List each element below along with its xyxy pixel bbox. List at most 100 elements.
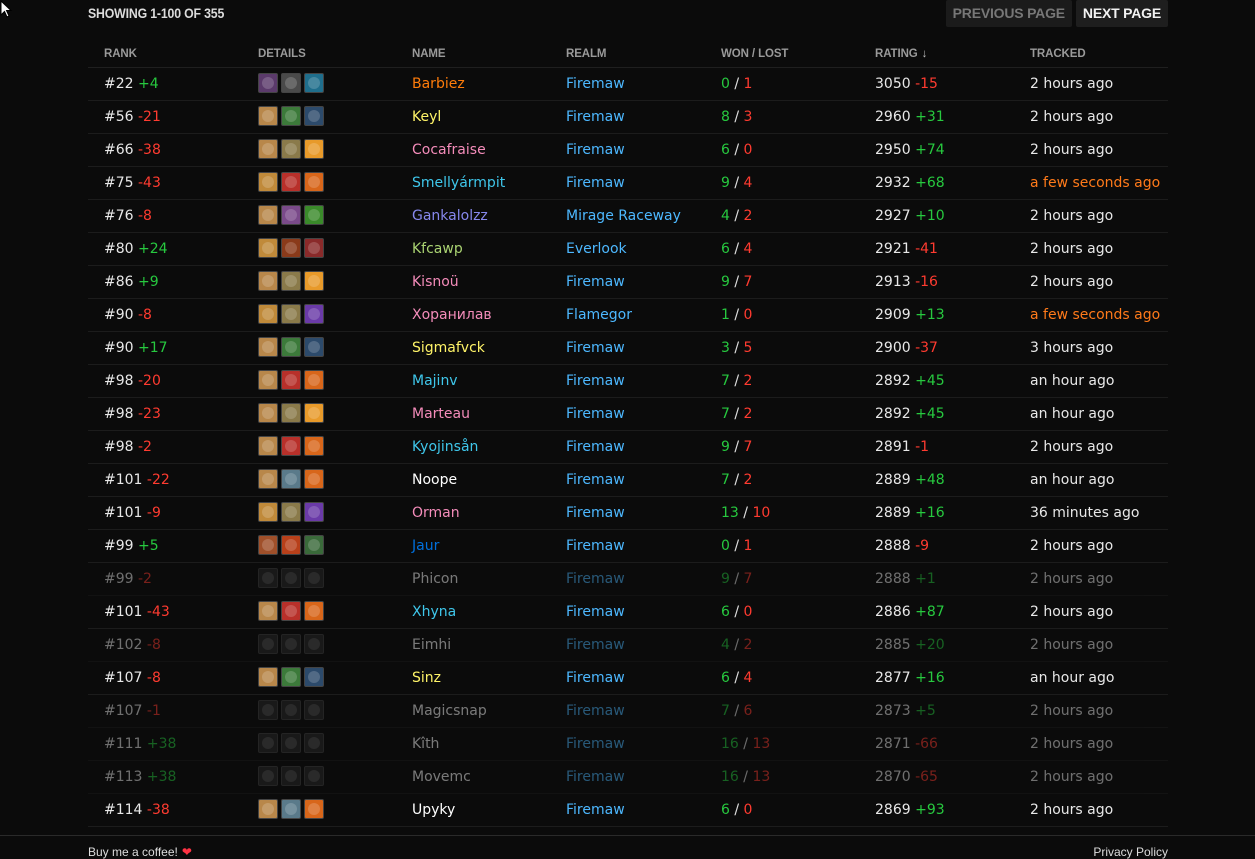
talent-icon[interactable] [304,238,324,258]
column-won-lost[interactable]: WON / LOST [721,48,788,60]
spec-icon[interactable] [281,766,301,786]
spec-icon[interactable] [281,436,301,456]
spec-icon[interactable] [281,106,301,126]
realm-link[interactable]: Firemaw [566,505,625,521]
player-name-link[interactable]: Cocafraise [412,142,486,158]
table-row[interactable]: #76 -8 Gankalolzz Mirage Raceway 4 / 2 2927 … [88,200,1168,233]
realm-link[interactable]: Firemaw [566,670,625,686]
talent-icon[interactable] [304,634,324,654]
race-icon[interactable] [258,535,278,555]
realm-link[interactable]: Everlook [566,241,627,257]
spec-icon[interactable] [281,667,301,687]
race-icon[interactable] [258,172,278,192]
spec-icon[interactable] [281,502,301,522]
realm-link[interactable]: Firemaw [566,373,625,389]
table-row[interactable]: #86 +9 Kisnoü Firemaw 9 / 7 2913 -16 2 hours … [88,266,1168,299]
realm-link[interactable]: Firemaw [566,472,625,488]
realm-link[interactable]: Firemaw [566,76,625,92]
next-page-button[interactable]: NEXT PAGE [1075,0,1168,27]
table-row[interactable]: #80 +24 Kfcawp Everlook 6 / 4 2921 -41 2 hour… [88,233,1168,266]
table-row[interactable]: #99 +5 Jaur Firemaw 0 / 1 2888 -9 2 hours ago [88,530,1168,563]
talent-icon[interactable] [304,73,324,93]
spec-icon[interactable] [281,733,301,753]
spec-icon[interactable] [281,172,301,192]
player-name-link[interactable]: Kîth [412,736,439,752]
realm-link[interactable]: Firemaw [566,439,625,455]
race-icon[interactable] [258,73,278,93]
player-name-link[interactable]: Kfcawp [412,241,463,257]
player-name-link[interactable]: Movemc [412,769,471,785]
realm-link[interactable]: Firemaw [566,571,625,587]
spec-icon[interactable] [281,271,301,291]
table-row[interactable]: #101 -43 Xhyna Firemaw 6 / 0 2886 +87 2 hours… [88,596,1168,629]
talent-icon[interactable] [304,799,324,819]
talent-icon[interactable] [304,139,324,159]
talent-icon[interactable] [304,766,324,786]
spec-icon[interactable] [281,403,301,423]
table-row[interactable]: #98 -23 Marteau Firemaw 7 / 2 2892 +45 an hou… [88,398,1168,431]
spec-icon[interactable] [281,469,301,489]
column-tracked[interactable]: TRACKED [1030,48,1086,60]
table-row[interactable]: #56 -21 Keyl Firemaw 8 / 3 2960 +31 2 hours a… [88,101,1168,134]
table-row[interactable]: #75 -43 Smellyármpit Firemaw 9 / 4 2932 +68 a… [88,167,1168,200]
spec-icon[interactable] [281,304,301,324]
race-icon[interactable] [258,205,278,225]
talent-icon[interactable] [304,700,324,720]
talent-icon[interactable] [304,205,324,225]
table-row[interactable]: #107 -1 Magicsnap Firemaw 7 / 6 2873 +5 2 hou… [88,695,1168,728]
spec-icon[interactable] [281,601,301,621]
player-name-link[interactable]: Majinv [412,373,458,389]
race-icon[interactable] [258,568,278,588]
talent-icon[interactable] [304,304,324,324]
race-icon[interactable] [258,634,278,654]
table-row[interactable]: #22 +4 Barbiez Firemaw 0 / 1 3050 -15 2 hours… [88,68,1168,101]
player-name-link[interactable]: Magicsnap [412,703,487,719]
realm-link[interactable]: Firemaw [566,175,625,191]
spec-icon[interactable] [281,535,301,555]
player-name-link[interactable]: Sigmafvck [412,340,485,356]
player-name-link[interactable]: Jaur [412,538,439,554]
talent-icon[interactable] [304,601,324,621]
player-name-link[interactable]: Phicon [412,571,458,587]
spec-icon[interactable] [281,700,301,720]
realm-link[interactable]: Firemaw [566,736,625,752]
realm-link[interactable]: Firemaw [566,769,625,785]
talent-icon[interactable] [304,106,324,126]
realm-link[interactable]: Flamegor [566,307,632,323]
race-icon[interactable] [258,436,278,456]
spec-icon[interactable] [281,370,301,390]
realm-link[interactable]: Firemaw [566,637,625,653]
player-name-link[interactable]: Kyojinsån [412,439,478,455]
player-name-link[interactable]: Xhyna [412,604,456,620]
realm-link[interactable]: Firemaw [566,538,625,554]
talent-icon[interactable] [304,271,324,291]
talent-icon[interactable] [304,337,324,357]
spec-icon[interactable] [281,634,301,654]
talent-icon[interactable] [304,403,324,423]
player-name-link[interactable]: Marteau [412,406,470,422]
spec-icon[interactable] [281,799,301,819]
talent-icon[interactable] [304,502,324,522]
race-icon[interactable] [258,502,278,522]
talent-icon[interactable] [304,733,324,753]
column-realm[interactable]: REALM [566,48,606,60]
talent-icon[interactable] [304,568,324,588]
spec-icon[interactable] [281,238,301,258]
table-row[interactable]: #98 -20 Majinv Firemaw 7 / 2 2892 +45 an hour… [88,365,1168,398]
table-row[interactable]: #98 -2 Kyojinsån Firemaw 9 / 7 2891 -1 2 hour… [88,431,1168,464]
table-row[interactable]: #90 +17 Sigmafvck Firemaw 3 / 5 2900 -37 3 ho… [88,332,1168,365]
race-icon[interactable] [258,700,278,720]
table-row[interactable]: #90 -8 Хоранилав Flamegor 1 / 0 2909 +13 a fe… [88,299,1168,332]
realm-link[interactable]: Firemaw [566,274,625,290]
spec-icon[interactable] [281,568,301,588]
race-icon[interactable] [258,370,278,390]
player-name-link[interactable]: Хоранилав [412,307,492,323]
race-icon[interactable] [258,601,278,621]
race-icon[interactable] [258,469,278,489]
table-row[interactable]: #114 -38 Upyky Firemaw 6 / 0 2869 +93 2 hours… [88,794,1168,827]
column-name[interactable]: NAME [412,48,446,60]
table-row[interactable]: #66 -38 Cocafraise Firemaw 6 / 0 2950 +74 2 h… [88,134,1168,167]
table-row[interactable]: #113 +38 Movemc Firemaw 16 / 13 2870 -65 2 ho… [88,761,1168,794]
race-icon[interactable] [258,271,278,291]
player-name-link[interactable]: Smellyármpit [412,175,505,191]
